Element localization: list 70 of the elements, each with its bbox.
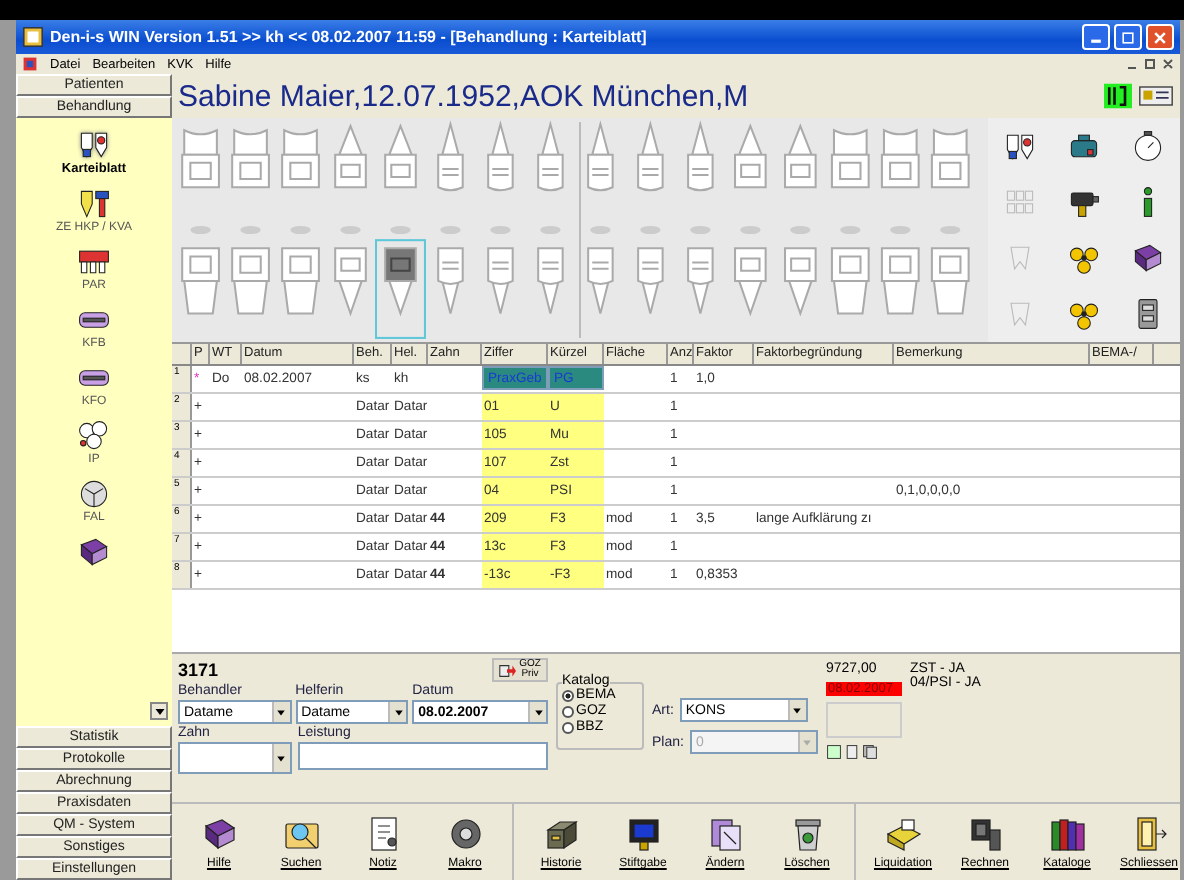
gap-marker[interactable] xyxy=(640,225,661,235)
upper-tooth[interactable] xyxy=(734,123,767,189)
upper-tooth[interactable] xyxy=(687,120,714,192)
document-icon[interactable] xyxy=(825,744,842,760)
upper-tooth[interactable] xyxy=(181,129,220,189)
child-window-controls-icon[interactable] xyxy=(1126,56,1174,72)
page-icon[interactable] xyxy=(843,744,860,760)
teeth-cluster-icon[interactable] xyxy=(76,418,112,454)
document-icon xyxy=(705,814,745,854)
gear-icon xyxy=(445,814,485,854)
caret-icon xyxy=(153,705,165,717)
gap-marker[interactable] xyxy=(440,225,461,235)
gap-marker[interactable] xyxy=(740,225,761,235)
stopwatch-icon[interactable] xyxy=(1130,128,1166,164)
caret-icon xyxy=(393,707,404,717)
gap-marker[interactable] xyxy=(190,225,211,235)
close-button[interactable] xyxy=(1146,24,1174,50)
gap-marker[interactable] xyxy=(590,225,611,235)
gap-marker[interactable] xyxy=(240,225,261,235)
upper-tooth[interactable] xyxy=(587,120,614,192)
upper-tooth[interactable] xyxy=(784,123,817,189)
service-input-field[interactable] xyxy=(297,742,548,770)
minimize-button[interactable] xyxy=(1082,24,1110,50)
gap-marker[interactable] xyxy=(290,225,311,235)
caret-icon xyxy=(792,705,803,715)
gap-marker[interactable] xyxy=(340,225,361,235)
gap-marker[interactable] xyxy=(690,225,711,235)
upper-tooth[interactable] xyxy=(537,120,564,192)
upper-tooth[interactable] xyxy=(930,129,970,189)
monitor-icon xyxy=(623,814,663,854)
upper-tooth[interactable] xyxy=(384,123,417,189)
upper-tooth[interactable] xyxy=(487,120,514,192)
card-reader-icon[interactable] xyxy=(1104,82,1132,110)
caret-icon xyxy=(276,753,287,763)
maximize-icon xyxy=(1120,29,1136,45)
computer-icon xyxy=(965,814,1005,854)
books-icon xyxy=(1047,814,1087,854)
close-icon xyxy=(1152,29,1168,45)
gap-marker[interactable] xyxy=(490,225,511,235)
upper-tooth[interactable] xyxy=(830,129,870,189)
pages-icon[interactable] xyxy=(861,744,878,760)
upper-tooth[interactable] xyxy=(880,129,920,189)
gap-marker[interactable] xyxy=(890,225,911,235)
window-title: Den-i-s WIN Version 1.51 >> kh << 08.02.2007 11:59 - [Behandlung : Karteiblatt] xyxy=(50,28,649,46)
upper-tooth[interactable] xyxy=(437,120,464,192)
patient-header: Sabine Maier,12.07.1952,AOK München,M xyxy=(178,79,751,113)
gap-marker[interactable] xyxy=(840,225,861,235)
gap-marker[interactable] xyxy=(390,225,411,235)
dropdown-arrow-button[interactable] xyxy=(150,702,168,720)
maximize-button[interactable] xyxy=(1114,24,1142,50)
tooth-crown-icon[interactable] xyxy=(76,186,112,222)
upper-tooth[interactable] xyxy=(281,129,320,189)
ball-icon[interactable] xyxy=(76,476,112,512)
empty-box xyxy=(825,702,902,738)
record-number: 3171 xyxy=(178,660,219,680)
app-logo-icon xyxy=(22,26,44,48)
upper-tooth[interactable] xyxy=(637,120,664,192)
app-menu-icon[interactable] xyxy=(22,56,38,72)
upper-tooth[interactable] xyxy=(231,129,270,189)
gap-marker[interactable] xyxy=(540,225,561,235)
caret-icon xyxy=(276,707,287,717)
caret-icon xyxy=(533,707,543,717)
caret-icon xyxy=(802,737,813,747)
tooth-combo-field[interactable] xyxy=(178,742,292,774)
printer-icon xyxy=(883,814,923,854)
gap-marker[interactable] xyxy=(790,225,811,235)
upper-tooth[interactable] xyxy=(334,123,367,189)
gap-marker[interactable] xyxy=(940,225,961,235)
lower-tooth[interactable] xyxy=(375,239,426,339)
insurance-card-icon[interactable] xyxy=(1138,84,1174,108)
